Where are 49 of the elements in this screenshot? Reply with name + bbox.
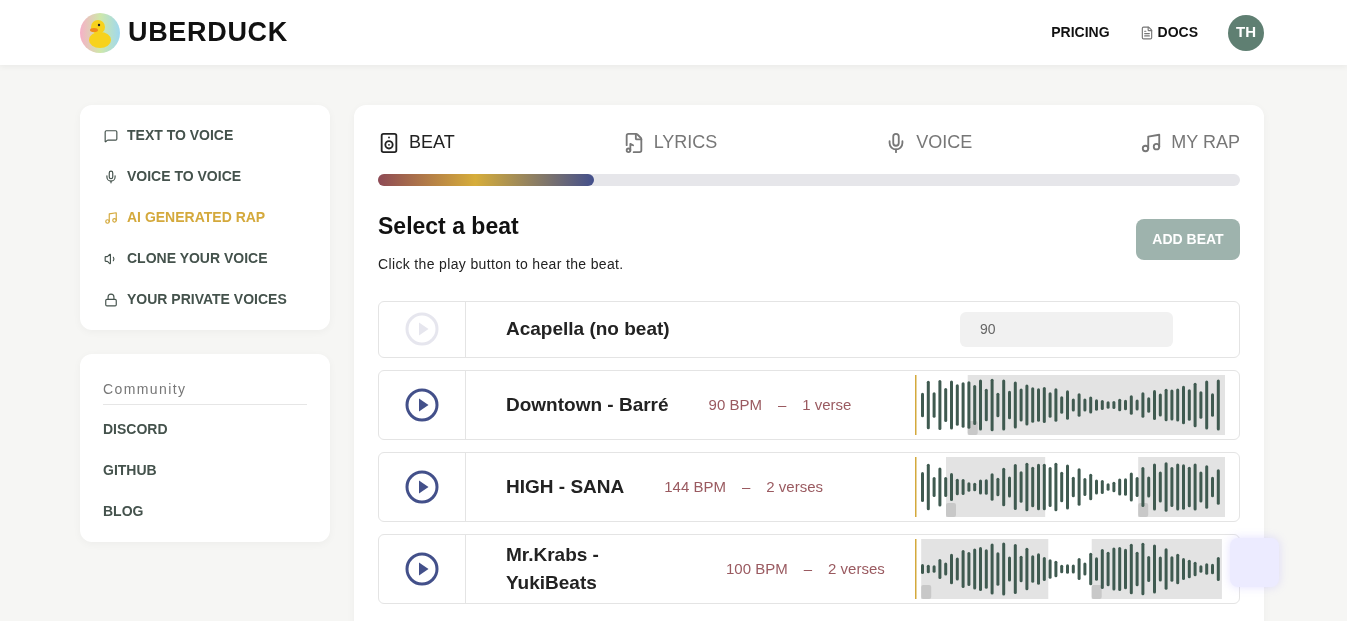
bpm-label: 90 BPM: [708, 394, 762, 415]
user-avatar[interactable]: TH: [1228, 14, 1264, 51]
beat-title: Mr.Krabs - YukiBeats: [506, 542, 600, 595]
nav-link[interactable]: PRICING: [1051, 22, 1110, 43]
message-icon: [104, 128, 118, 143]
document-icon: [1139, 25, 1154, 40]
sidebar-item[interactable]: YOUR PRIVATE VOICES: [104, 289, 306, 310]
section-subtitle: Click the play button to hear the beat.: [378, 254, 624, 274]
beat-row[interactable]: HIGH - SANA 144 BPM – 2 verses: [378, 451, 1240, 522]
play-button[interactable]: [405, 387, 439, 422]
beat-title: HIGH - SANA: [506, 474, 625, 499]
sidebar-item[interactable]: TEXT TO VOICE: [104, 125, 306, 146]
sidebar-item[interactable]: CLONE YOUR VOICE: [104, 248, 306, 269]
brand-name: UBERDUCK: [128, 16, 288, 50]
verse-count: 2 verses: [766, 476, 823, 497]
music-note-icon: [1140, 131, 1163, 154]
play-icon: [405, 387, 439, 422]
play-icon: [405, 469, 439, 504]
play-icon: [405, 551, 439, 586]
microphone-icon: [104, 169, 118, 184]
separator-dash: –: [803, 558, 813, 579]
sidebar-item[interactable]: VOICE TO VOICE: [104, 166, 306, 187]
duck-logo-icon: [80, 12, 120, 53]
step-tab[interactable]: LYRICS: [622, 129, 718, 156]
beat-row[interactable]: Mr.Krabs - YukiBeats 100 BPM – 2 verses: [378, 533, 1240, 604]
step-tab[interactable]: VOICE: [885, 129, 973, 156]
separator-dash: –: [741, 476, 751, 497]
beat-row[interactable]: Downtown - Barré 90 BPM – 1 verse: [378, 369, 1240, 440]
separator-dash: –: [777, 394, 787, 415]
verse-count: 1 verse: [802, 394, 852, 415]
speaker-icon: [378, 131, 400, 154]
play-button[interactable]: [405, 469, 439, 504]
bpm-label: 100 BPM: [726, 558, 788, 579]
beat-title: Downtown - Barré: [506, 392, 669, 417]
lock-icon: [104, 292, 118, 307]
music-note-icon: [104, 210, 118, 225]
beat-title: Acapella (no beat): [506, 316, 670, 341]
bpm-label: 144 BPM: [664, 476, 726, 497]
nav-link[interactable]: DOCS: [1139, 22, 1198, 43]
play-icon: [405, 312, 439, 346]
verse-count: 2 verses: [828, 558, 885, 579]
step-tab[interactable]: MY RAP: [1140, 129, 1240, 156]
play-button[interactable]: [405, 551, 439, 586]
section-title: Select a beat: [378, 212, 520, 241]
community-link[interactable]: BLOG: [103, 501, 307, 522]
step-tab[interactable]: BEAT: [378, 129, 455, 156]
section-label: Community: [103, 379, 307, 405]
community-link[interactable]: GITHUB: [103, 460, 307, 481]
community-link[interactable]: DISCORD: [103, 419, 307, 440]
